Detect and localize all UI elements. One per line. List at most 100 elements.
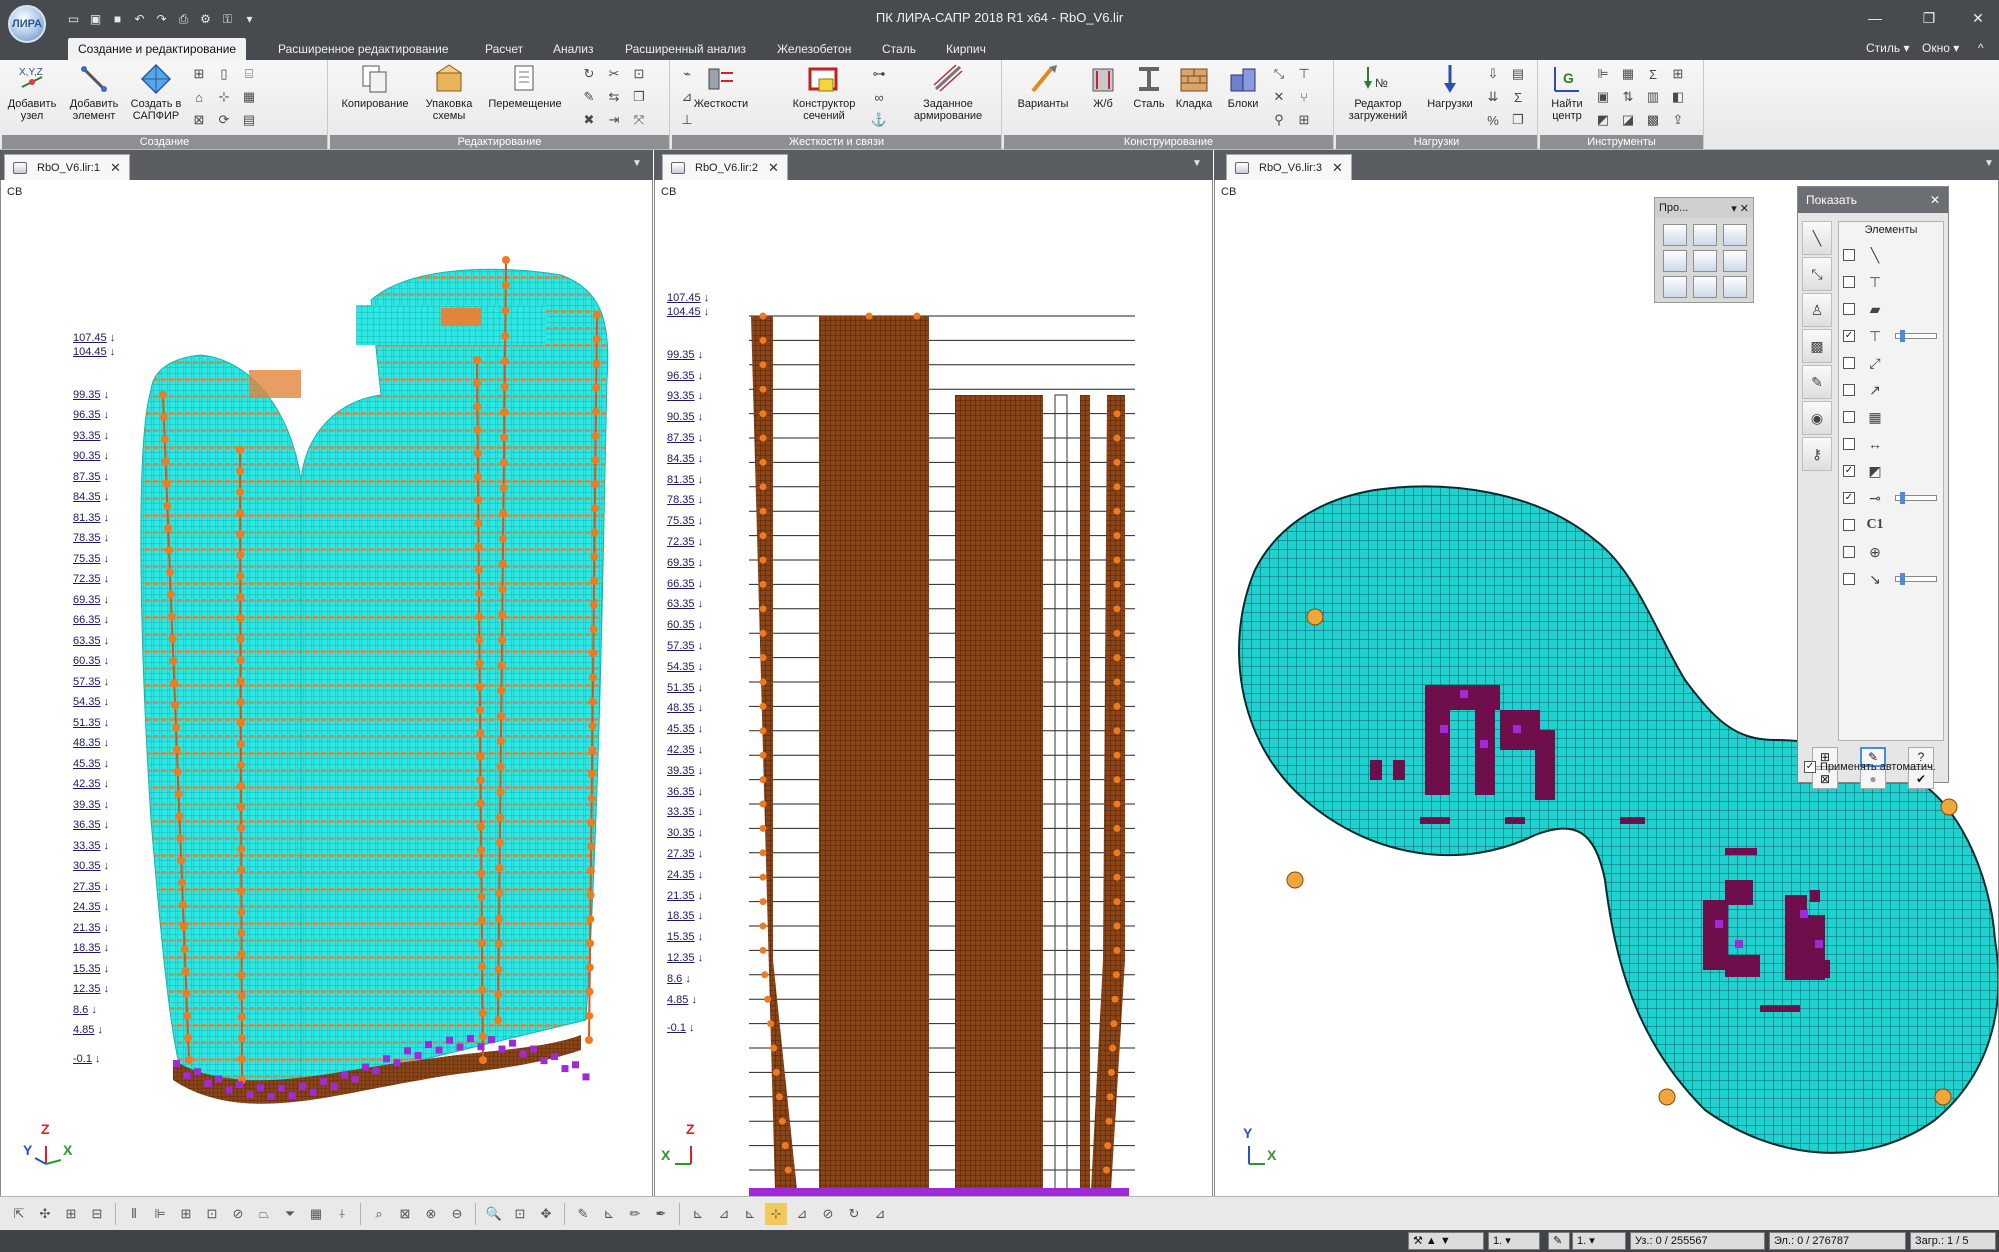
fills-category-icon[interactable]: ▩ bbox=[1802, 329, 1832, 363]
load-editor-button[interactable]: № Редактор загружений bbox=[1340, 62, 1416, 122]
pan-icon[interactable]: ✥ bbox=[535, 1203, 557, 1225]
show-option-row[interactable]: ▦ bbox=[1843, 406, 1887, 428]
show-option-row[interactable]: ↔ bbox=[1843, 433, 1887, 455]
tab-list-dropdown-icon[interactable]: ▼ bbox=[1984, 158, 1994, 169]
fragment-icon[interactable]: ⊡ bbox=[201, 1203, 223, 1225]
support-icon[interactable]: ⊥ bbox=[676, 110, 698, 130]
node-split-icon[interactable]: ⊹ bbox=[213, 87, 235, 107]
tee-icon[interactable]: ⊤ bbox=[1293, 64, 1315, 84]
stiffness-button[interactable]: Жесткости bbox=[688, 62, 754, 110]
element-select-icon[interactable]: ⊞ bbox=[60, 1203, 82, 1225]
shape-icon[interactable]: ◩ bbox=[1592, 110, 1614, 130]
app-logo[interactable]: ЛИРА bbox=[8, 5, 46, 43]
load-copy-icon[interactable]: ❐ bbox=[1507, 110, 1529, 130]
tab-steel[interactable]: Сталь bbox=[872, 38, 926, 60]
tower-3d-model[interactable]: Z X Y bbox=[1, 180, 653, 1196]
section-builder-button[interactable]: Конструктор сечений bbox=[784, 62, 864, 122]
restore-button[interactable]: ❐ bbox=[1911, 6, 1947, 30]
show-option-row[interactable]: ✓ ⊤ bbox=[1843, 325, 1937, 347]
doc-tab-1[interactable]: RbO_V6.lir:1 ✕ bbox=[4, 154, 130, 180]
print-icon[interactable]: ⎙ bbox=[174, 10, 193, 29]
load-sum-icon[interactable]: Σ bbox=[1507, 87, 1529, 107]
copy-button[interactable]: Копирование bbox=[336, 62, 414, 110]
beams-filter-icon[interactable]: ⊫ bbox=[149, 1203, 171, 1225]
open-icon[interactable]: ▣ bbox=[86, 10, 105, 29]
grid-icon[interactable]: ⊞ bbox=[188, 64, 210, 84]
highlight-icon[interactable]: ▣ bbox=[1592, 87, 1614, 107]
elements-category-icon[interactable]: ╲ bbox=[1802, 221, 1832, 255]
matrix-icon[interactable]: ▦ bbox=[238, 87, 260, 107]
view-side-icon[interactable] bbox=[1723, 224, 1747, 246]
tab-calculation[interactable]: Расчет bbox=[475, 38, 533, 60]
show-option-checkbox[interactable]: ✓ bbox=[1843, 330, 1855, 342]
pencil-category-icon[interactable]: ✎ bbox=[1802, 365, 1832, 399]
load-case-combo[interactable]: 1. ▾ bbox=[1488, 1232, 1540, 1250]
brush-icon[interactable]: ✒ bbox=[650, 1203, 672, 1225]
calc-icon[interactable]: ⊞ bbox=[1667, 64, 1689, 84]
save-icon[interactable]: ■ bbox=[108, 10, 127, 29]
show-option-row[interactable]: ✓ ⊸ bbox=[1843, 487, 1937, 509]
grid-filter-icon[interactable]: ⊞ bbox=[175, 1203, 197, 1225]
layers-filter-icon[interactable]: ▦ bbox=[305, 1203, 327, 1225]
zoom-icon[interactable]: 🔍 bbox=[483, 1203, 505, 1225]
column-icon[interactable]: ▯ bbox=[213, 64, 235, 84]
lock-icon[interactable]: ⚿ bbox=[218, 10, 237, 29]
apply-auto-checkbox[interactable]: ✓ bbox=[1804, 761, 1816, 773]
truss-icon[interactable]: ⊠ bbox=[188, 110, 210, 130]
tab-advanced-analysis[interactable]: Расширенный анализ bbox=[615, 38, 756, 60]
fit-icon[interactable]: ⊘ bbox=[817, 1203, 839, 1225]
measure-icon[interactable]: ⊾ bbox=[598, 1203, 620, 1225]
axis-xz-icon[interactable]: ⊾ bbox=[687, 1203, 709, 1225]
plate-select-icon[interactable]: ⊟ bbox=[86, 1203, 108, 1225]
tab-create-edit[interactable]: Создание и редактирование bbox=[68, 38, 247, 60]
anchor-icon[interactable]: ⚓ bbox=[868, 110, 890, 130]
show-option-row[interactable]: ⤢ bbox=[1843, 352, 1887, 374]
select-all-icon[interactable]: ⊠ bbox=[394, 1203, 416, 1225]
rc-button[interactable]: Ж/б bbox=[1080, 62, 1126, 110]
percent-icon[interactable]: % bbox=[1482, 110, 1504, 130]
close-icon[interactable]: ✕ bbox=[1930, 193, 1940, 207]
customize-qat-icon[interactable]: ▾ bbox=[240, 10, 259, 29]
rotate-view-icon[interactable]: ↻ bbox=[843, 1203, 865, 1225]
tab-list-dropdown-icon[interactable]: ▼ bbox=[632, 158, 642, 169]
stairs-icon[interactable]: ⌸ bbox=[238, 64, 260, 84]
cross-icon[interactable]: ✕ bbox=[1268, 87, 1290, 107]
node-select-icon[interactable]: ✣ bbox=[34, 1203, 56, 1225]
invert-icon[interactable]: ⊗ bbox=[420, 1203, 442, 1225]
view-front-icon[interactable] bbox=[1663, 224, 1687, 246]
doc-tab-3[interactable]: RbO_V6.lir:3 ✕ bbox=[1226, 154, 1352, 180]
show-option-checkbox[interactable] bbox=[1843, 249, 1855, 261]
view-left-icon[interactable] bbox=[1663, 276, 1687, 298]
pencil-icon[interactable]: ✏ bbox=[624, 1203, 646, 1225]
pen-icon[interactable]: ✎ bbox=[578, 87, 600, 107]
viewport-2[interactable]: СВ 107.45 ↓ 104.45 ↓ 99.35 ↓ 96.35 ↓ 93.35 ↓… bbox=[654, 180, 1213, 1196]
align-icon[interactable]: ⇥ bbox=[603, 110, 625, 130]
fill-icon[interactable]: ◪ bbox=[1617, 110, 1639, 130]
minimize-button[interactable]: — bbox=[1857, 6, 1893, 30]
show-option-checkbox[interactable]: ✓ bbox=[1843, 492, 1855, 504]
show-option-checkbox[interactable] bbox=[1843, 276, 1855, 288]
option-slider[interactable] bbox=[1895, 492, 1937, 504]
layers-icon[interactable]: ▩ bbox=[1642, 110, 1664, 130]
show-option-checkbox[interactable] bbox=[1843, 357, 1855, 369]
move-button[interactable]: Перемещение bbox=[482, 62, 568, 110]
add-node-button[interactable]: X,Y,Z Добавить узел bbox=[6, 62, 58, 122]
rotate-element-icon[interactable]: ↻ bbox=[578, 64, 600, 84]
find-center-button[interactable]: G Найти центр bbox=[1544, 62, 1590, 122]
scale-combo[interactable]: 1. ▾ bbox=[1572, 1232, 1626, 1250]
table-icon[interactable]: ▦ bbox=[1617, 64, 1639, 84]
nodes-category-icon[interactable]: ⤡ bbox=[1802, 257, 1832, 291]
masonry-button[interactable]: Кладка bbox=[1172, 62, 1216, 110]
tab-reinforced-concrete[interactable]: Железобетон bbox=[767, 38, 861, 60]
close-icon[interactable]: ▾ ✕ bbox=[1731, 202, 1749, 215]
show-option-row[interactable]: ▰ bbox=[1843, 298, 1887, 320]
fork-icon[interactable]: ⑂ bbox=[1293, 87, 1315, 107]
scissors-icon[interactable]: ✂ bbox=[603, 64, 625, 84]
show-option-checkbox[interactable]: ✓ bbox=[1843, 465, 1855, 477]
tab-advanced-edit[interactable]: Расширенное редактирование bbox=[268, 38, 459, 60]
palette-icon[interactable]: ◧ bbox=[1667, 87, 1689, 107]
view-iso-icon[interactable] bbox=[1693, 224, 1717, 246]
option-slider[interactable] bbox=[1895, 573, 1937, 585]
show-option-row[interactable]: ✓ ◩ bbox=[1843, 460, 1887, 482]
columns-filter-icon[interactable]: ⦀ bbox=[123, 1203, 145, 1225]
